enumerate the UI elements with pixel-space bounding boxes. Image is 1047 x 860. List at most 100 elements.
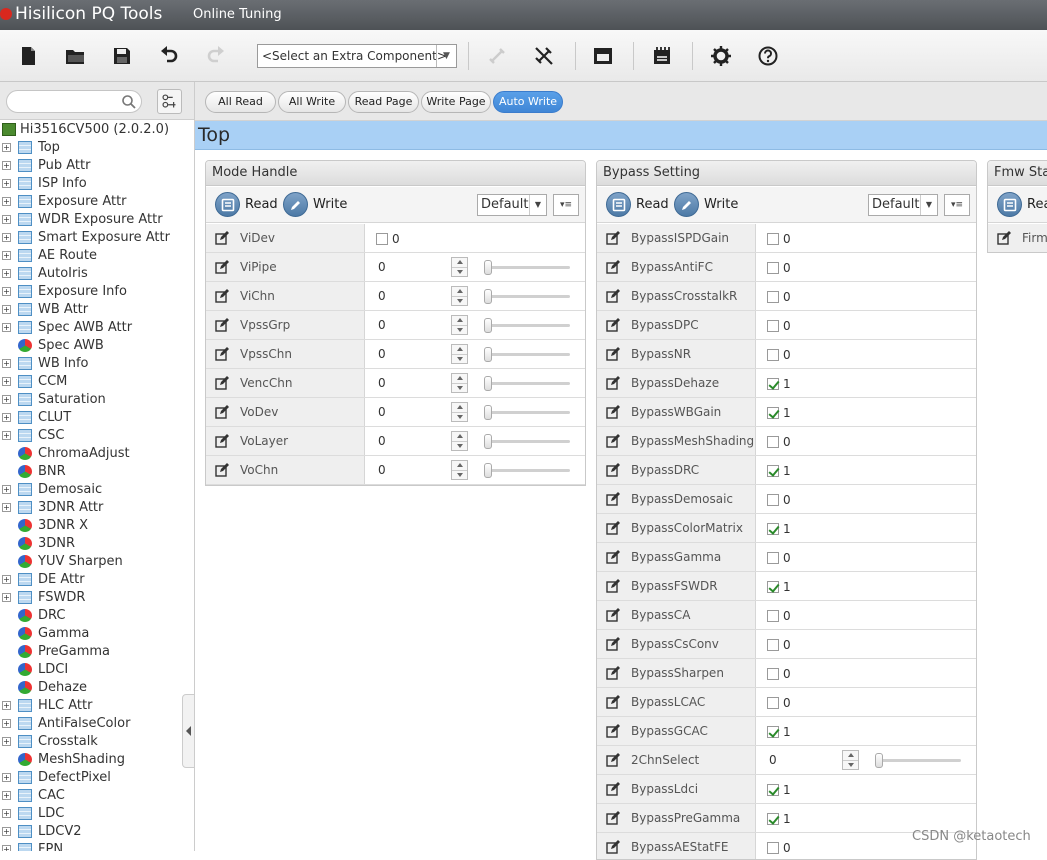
slider-handle[interactable] xyxy=(484,434,492,449)
collapse-pane-button[interactable] xyxy=(182,694,195,768)
edit-icon[interactable] xyxy=(215,376,229,390)
expand-icon[interactable]: + xyxy=(2,593,11,602)
expand-icon[interactable]: + xyxy=(2,827,11,836)
spinner-button[interactable] xyxy=(451,344,468,364)
help-icon[interactable] xyxy=(755,43,781,69)
spinner-button[interactable] xyxy=(451,315,468,335)
gear-icon[interactable] xyxy=(708,43,734,69)
slider-handle[interactable] xyxy=(484,405,492,420)
new-file-icon[interactable] xyxy=(15,43,41,69)
expand-icon[interactable]: + xyxy=(2,161,11,170)
read-page-button[interactable]: Read Page xyxy=(348,91,419,113)
edit-icon[interactable] xyxy=(606,318,620,332)
link-icon[interactable] xyxy=(484,43,510,69)
param-checkbox[interactable] xyxy=(767,581,779,593)
expand-icon[interactable]: + xyxy=(2,233,11,242)
expand-icon[interactable]: + xyxy=(2,359,11,368)
edit-icon[interactable] xyxy=(215,289,229,303)
write-page-button[interactable]: Write Page xyxy=(421,91,491,113)
edit-icon[interactable] xyxy=(606,840,620,854)
slider-track[interactable] xyxy=(486,469,570,472)
param-checkbox[interactable] xyxy=(767,668,779,680)
expand-icon[interactable]: + xyxy=(2,143,11,152)
param-checkbox[interactable] xyxy=(767,407,779,419)
spinner-button[interactable] xyxy=(451,257,468,277)
edit-icon[interactable] xyxy=(606,637,620,651)
edit-icon[interactable] xyxy=(606,753,620,767)
save-icon[interactable] xyxy=(109,43,135,69)
expand-icon[interactable]: + xyxy=(2,251,11,260)
tree-filter-button[interactable] xyxy=(157,89,182,114)
spinner-button[interactable] xyxy=(451,460,468,480)
expand-icon[interactable]: + xyxy=(2,791,11,800)
edit-icon[interactable] xyxy=(606,521,620,535)
edit-icon[interactable] xyxy=(215,231,229,245)
edit-icon[interactable] xyxy=(606,260,620,274)
extra-component-select[interactable]: <Select an Extra Component> ▼ xyxy=(257,44,457,68)
param-checkbox[interactable] xyxy=(767,813,779,825)
slider-handle[interactable] xyxy=(484,289,492,304)
slider-track[interactable] xyxy=(486,382,570,385)
param-checkbox[interactable] xyxy=(767,378,779,390)
edit-icon[interactable] xyxy=(606,724,620,738)
read-button[interactable] xyxy=(606,192,631,217)
read-button[interactable] xyxy=(997,192,1022,217)
all-write-button[interactable]: All Write xyxy=(278,91,346,113)
expand-icon[interactable]: + xyxy=(2,305,11,314)
edit-icon[interactable] xyxy=(215,260,229,274)
edit-icon[interactable] xyxy=(606,782,620,796)
register-icon[interactable] xyxy=(649,43,675,69)
param-checkbox[interactable] xyxy=(767,436,779,448)
expand-icon[interactable]: + xyxy=(2,773,11,782)
edit-icon[interactable] xyxy=(606,231,620,245)
expand-icon[interactable]: + xyxy=(2,395,11,404)
panel-menu-button[interactable]: ▾≡ xyxy=(553,194,579,216)
expand-icon[interactable]: + xyxy=(2,845,11,851)
edit-icon[interactable] xyxy=(606,695,620,709)
open-folder-icon[interactable] xyxy=(62,43,88,69)
param-checkbox[interactable] xyxy=(767,842,779,854)
write-button[interactable] xyxy=(674,192,699,217)
expand-icon[interactable]: + xyxy=(2,197,11,206)
edit-icon[interactable] xyxy=(215,405,229,419)
edit-icon[interactable] xyxy=(606,666,620,680)
slider-handle[interactable] xyxy=(875,753,883,768)
edit-icon[interactable] xyxy=(606,550,620,564)
edit-icon[interactable] xyxy=(606,289,620,303)
slider-track[interactable] xyxy=(486,324,570,327)
edit-icon[interactable] xyxy=(997,231,1011,245)
preset-select[interactable]: Default ▼ xyxy=(477,194,547,216)
param-checkbox[interactable] xyxy=(767,320,779,332)
edit-icon[interactable] xyxy=(606,463,620,477)
param-checkbox[interactable] xyxy=(767,610,779,622)
slider-track[interactable] xyxy=(486,440,570,443)
param-checkbox[interactable] xyxy=(767,494,779,506)
slider-handle[interactable] xyxy=(484,347,492,362)
read-button[interactable] xyxy=(215,192,240,217)
param-checkbox[interactable] xyxy=(767,233,779,245)
edit-icon[interactable] xyxy=(606,608,620,622)
slider-track[interactable] xyxy=(486,266,570,269)
expand-icon[interactable]: + xyxy=(2,809,11,818)
edit-icon[interactable] xyxy=(606,492,620,506)
edit-icon[interactable] xyxy=(606,579,620,593)
param-checkbox[interactable] xyxy=(376,233,388,245)
unlink-icon[interactable] xyxy=(531,43,557,69)
param-checkbox[interactable] xyxy=(767,552,779,564)
slider-handle[interactable] xyxy=(484,463,492,478)
edit-icon[interactable] xyxy=(215,463,229,477)
expand-icon[interactable]: + xyxy=(2,431,11,440)
auto-write-button[interactable]: Auto Write xyxy=(493,91,563,113)
edit-icon[interactable] xyxy=(215,434,229,448)
param-checkbox[interactable] xyxy=(767,465,779,477)
expand-icon[interactable]: + xyxy=(2,575,11,584)
write-button[interactable] xyxy=(283,192,308,217)
slider-track[interactable] xyxy=(486,411,570,414)
panel-menu-button[interactable]: ▾≡ xyxy=(944,194,970,216)
window-icon[interactable] xyxy=(590,43,616,69)
expand-icon[interactable]: + xyxy=(2,287,11,296)
expand-icon[interactable]: + xyxy=(2,215,11,224)
param-checkbox[interactable] xyxy=(767,262,779,274)
param-checkbox[interactable] xyxy=(767,697,779,709)
param-checkbox[interactable] xyxy=(767,349,779,361)
